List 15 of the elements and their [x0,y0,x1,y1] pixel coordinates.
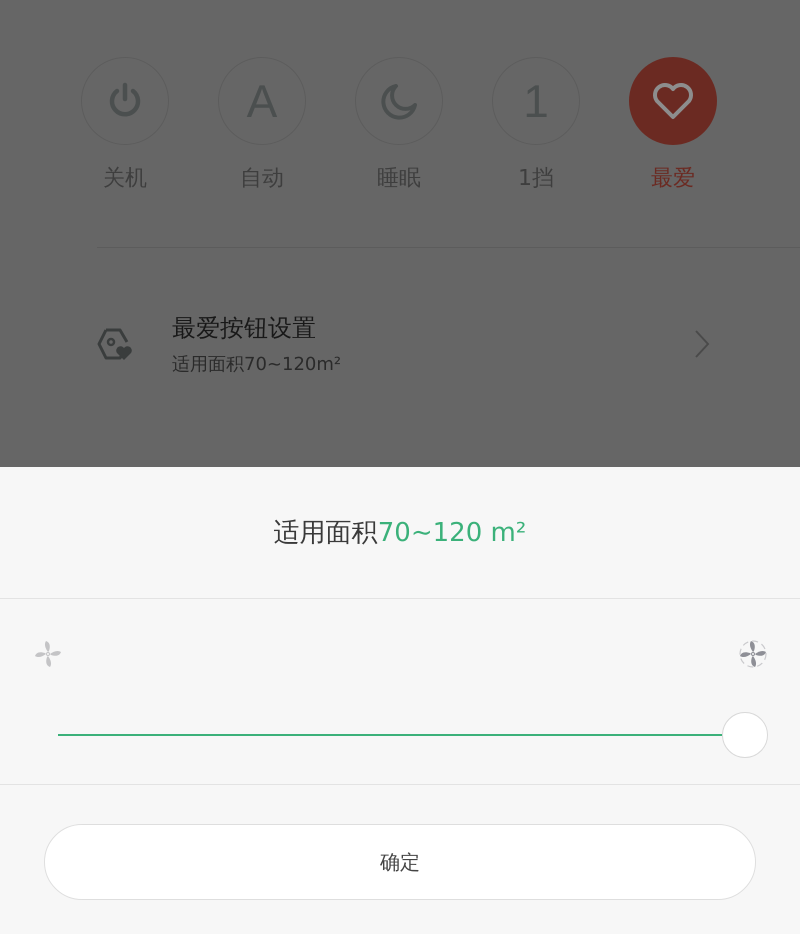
mode-button[interactable] [355,57,443,145]
chevron-icon [694,329,710,359]
confirm-button[interactable]: 确定 [44,824,756,900]
moon-icon [379,81,419,121]
fan-high-icon [738,639,768,669]
setting-title: 最爱按钮设置 [172,313,317,344]
heart-icon [651,81,695,121]
setting-subtitle: 适用面积70~120m² [172,353,342,376]
slider-thumb[interactable] [722,712,768,758]
sheet-title: 适用面积70~120 m² [274,517,526,550]
fan-low-icon [33,639,63,669]
slider[interactable] [58,712,768,758]
setting-row[interactable]: 最爱按钮设置 适用面积70~120m² [0,248,800,376]
mode-button[interactable] [81,57,169,145]
mode-label: 最爱 [651,165,695,193]
